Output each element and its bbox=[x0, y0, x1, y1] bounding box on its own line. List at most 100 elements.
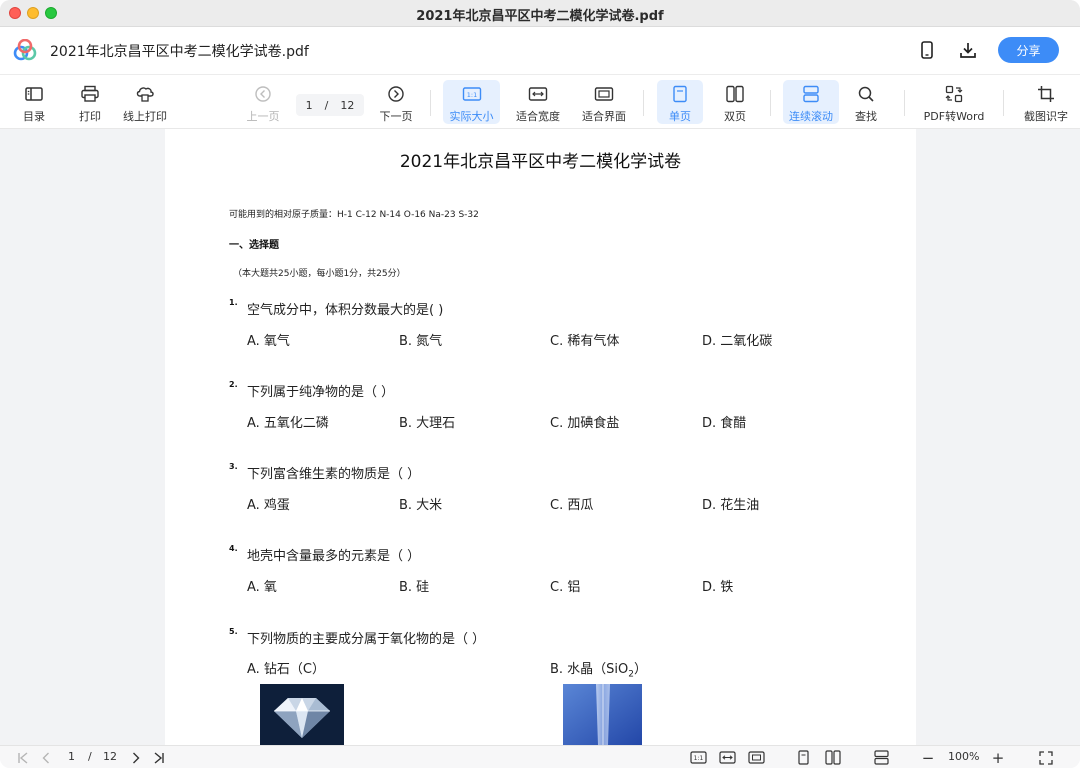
diamond-image bbox=[260, 684, 344, 745]
actual-size-button[interactable]: 1:1 实际大小 bbox=[443, 80, 500, 124]
status-fit-width-button[interactable] bbox=[717, 749, 737, 766]
prev-page-button[interactable]: 上一页 bbox=[243, 80, 283, 124]
continuous-scroll-icon bbox=[873, 750, 889, 765]
option: A. 氧气 bbox=[247, 334, 290, 349]
convert-icon bbox=[945, 85, 963, 103]
pdf-page: 2021年北京昌平区中考二模化学试卷 可能用到的相对原子质量：H-1 C-12 … bbox=[165, 129, 916, 745]
zoom-level[interactable]: 100% bbox=[948, 750, 979, 763]
continuous-scroll-button[interactable]: 连续滚动 bbox=[783, 80, 839, 124]
actual-size-icon: 1:1 bbox=[462, 87, 481, 101]
ocr-button[interactable]: 截图识字 bbox=[1018, 80, 1074, 124]
option: D. 二氧化碳 bbox=[702, 334, 773, 349]
cloud-print-icon bbox=[136, 87, 154, 102]
zoom-in-button[interactable]: + bbox=[988, 749, 1008, 767]
option: C. 加碘食盐 bbox=[550, 416, 620, 431]
svg-text:1:1: 1:1 bbox=[466, 91, 476, 99]
actual-size-icon: 1:1 bbox=[689, 751, 707, 764]
crop-icon bbox=[1038, 86, 1054, 102]
toolbar-divider bbox=[643, 90, 644, 116]
chevron-right-circle-icon bbox=[388, 86, 404, 102]
status-single-page-button[interactable] bbox=[794, 749, 812, 766]
fit-page-button[interactable]: 适合界面 bbox=[578, 80, 630, 124]
chevron-left-circle-icon bbox=[255, 86, 271, 102]
page-number-input[interactable]: 1 / 12 bbox=[296, 94, 364, 116]
option: C. 铝 bbox=[550, 580, 581, 595]
toc-button[interactable]: 目录 bbox=[14, 80, 54, 124]
toc-icon bbox=[25, 87, 43, 101]
next-page-small-button[interactable] bbox=[127, 749, 145, 766]
svg-text:1:1: 1:1 bbox=[693, 755, 703, 762]
toolbar-divider bbox=[904, 90, 905, 116]
status-page-current[interactable]: 1 bbox=[68, 750, 75, 763]
option: B. 水晶（SiO2） bbox=[550, 662, 648, 680]
status-double-page-button[interactable] bbox=[823, 749, 843, 766]
atomic-masses-note: 可能用到的相对原子质量：H-1 C-12 N-14 O-16 Na-23 S-3… bbox=[229, 210, 479, 220]
search-icon bbox=[858, 86, 874, 102]
zoom-out-button[interactable]: − bbox=[918, 749, 938, 767]
status-continuous-scroll-button[interactable] bbox=[871, 749, 891, 766]
app-logo-icon bbox=[13, 39, 37, 61]
question-number: 3. bbox=[229, 462, 238, 471]
title-bar: 2021年北京昌平区中考二模化学试卷.pdf bbox=[0, 0, 1080, 27]
fullscreen-icon bbox=[1039, 750, 1053, 765]
option: B. 大理石 bbox=[399, 416, 456, 431]
app-header: 2021年北京昌平区中考二模化学试卷.pdf 分享 bbox=[0, 27, 1080, 75]
next-page-button[interactable]: 下一页 bbox=[376, 80, 416, 124]
option: D. 食醋 bbox=[702, 416, 747, 431]
option: A. 钻石（C） bbox=[247, 662, 326, 677]
status-fit-page-button[interactable] bbox=[746, 749, 766, 766]
online-print-button[interactable]: 线上打印 bbox=[120, 80, 170, 124]
option: B. 大米 bbox=[399, 498, 443, 513]
chevron-left-icon bbox=[42, 752, 49, 763]
fit-page-icon bbox=[747, 751, 765, 764]
quartz-crystal-image bbox=[563, 684, 642, 745]
find-button[interactable]: 查找 bbox=[847, 80, 885, 124]
option: D. 铁 bbox=[702, 580, 734, 595]
fit-page-icon bbox=[594, 87, 614, 101]
option: D. 花生油 bbox=[702, 498, 760, 513]
toolbar-divider bbox=[770, 90, 771, 116]
option: C. 稀有气体 bbox=[550, 334, 620, 349]
status-page-separator: / bbox=[88, 750, 92, 763]
status-actual-size-button[interactable]: 1:1 bbox=[688, 749, 708, 766]
double-page-icon bbox=[825, 750, 841, 765]
single-page-icon bbox=[673, 85, 687, 103]
question-text: 地壳中含量最多的元素是（ ） bbox=[247, 549, 421, 564]
option: C. 西瓜 bbox=[550, 498, 594, 513]
question-text: 下列属于纯净物的是（ ） bbox=[247, 385, 395, 400]
question-text: 下列富含维生素的物质是（ ） bbox=[247, 467, 421, 482]
option: A. 氧 bbox=[247, 580, 277, 595]
option: A. 鸡蛋 bbox=[247, 498, 290, 513]
first-page-button[interactable] bbox=[14, 749, 32, 766]
last-page-icon bbox=[154, 751, 164, 764]
page-separator: / bbox=[324, 98, 329, 112]
fullscreen-button[interactable] bbox=[1036, 749, 1056, 766]
fit-width-icon bbox=[528, 87, 548, 101]
question-text: 下列物质的主要成分属于氧化物的是（ ） bbox=[247, 632, 486, 647]
toolbar: 目录 打印 线上打印 上一页 下一页 1:1 实际大小 适合宽度 适合界面 单页… bbox=[0, 75, 1080, 129]
single-page-icon bbox=[797, 750, 809, 765]
print-button[interactable]: 打印 bbox=[70, 80, 110, 124]
download-icon[interactable] bbox=[957, 39, 979, 61]
fit-width-button[interactable]: 适合宽度 bbox=[512, 80, 564, 124]
prev-page-small-button[interactable] bbox=[37, 749, 55, 766]
window-title: 2021年北京昌平区中考二模化学试卷.pdf bbox=[416, 9, 664, 24]
double-page-button[interactable]: 双页 bbox=[713, 80, 757, 124]
app-window: 2021年北京昌平区中考二模化学试卷.pdf 2021年北京昌平区中考二模化学试… bbox=[0, 0, 1080, 768]
toolbar-divider bbox=[1003, 90, 1004, 116]
pdf-to-word-button[interactable]: PDF转Word bbox=[920, 80, 988, 124]
option: B. 氮气 bbox=[399, 334, 443, 349]
document-heading: 2021年北京昌平区中考二模化学试卷 bbox=[399, 152, 682, 172]
phone-icon[interactable] bbox=[916, 39, 938, 61]
fit-width-icon bbox=[718, 751, 736, 764]
status-page-total: 12 bbox=[103, 750, 117, 763]
section-heading: 一、选择题 bbox=[229, 240, 279, 251]
single-page-button[interactable]: 单页 bbox=[657, 80, 703, 124]
question-number: 1. bbox=[229, 298, 238, 307]
share-button[interactable]: 分享 bbox=[998, 37, 1059, 63]
section-note: （本大题共25小题，每小题1分，共25分） bbox=[233, 269, 406, 279]
option: A. 五氧化二磷 bbox=[247, 416, 329, 431]
document-viewer[interactable]: 2021年北京昌平区中考二模化学试卷 可能用到的相对原子质量：H-1 C-12 … bbox=[0, 129, 1080, 745]
last-page-button[interactable] bbox=[150, 749, 168, 766]
question-number: 5. bbox=[229, 627, 238, 636]
